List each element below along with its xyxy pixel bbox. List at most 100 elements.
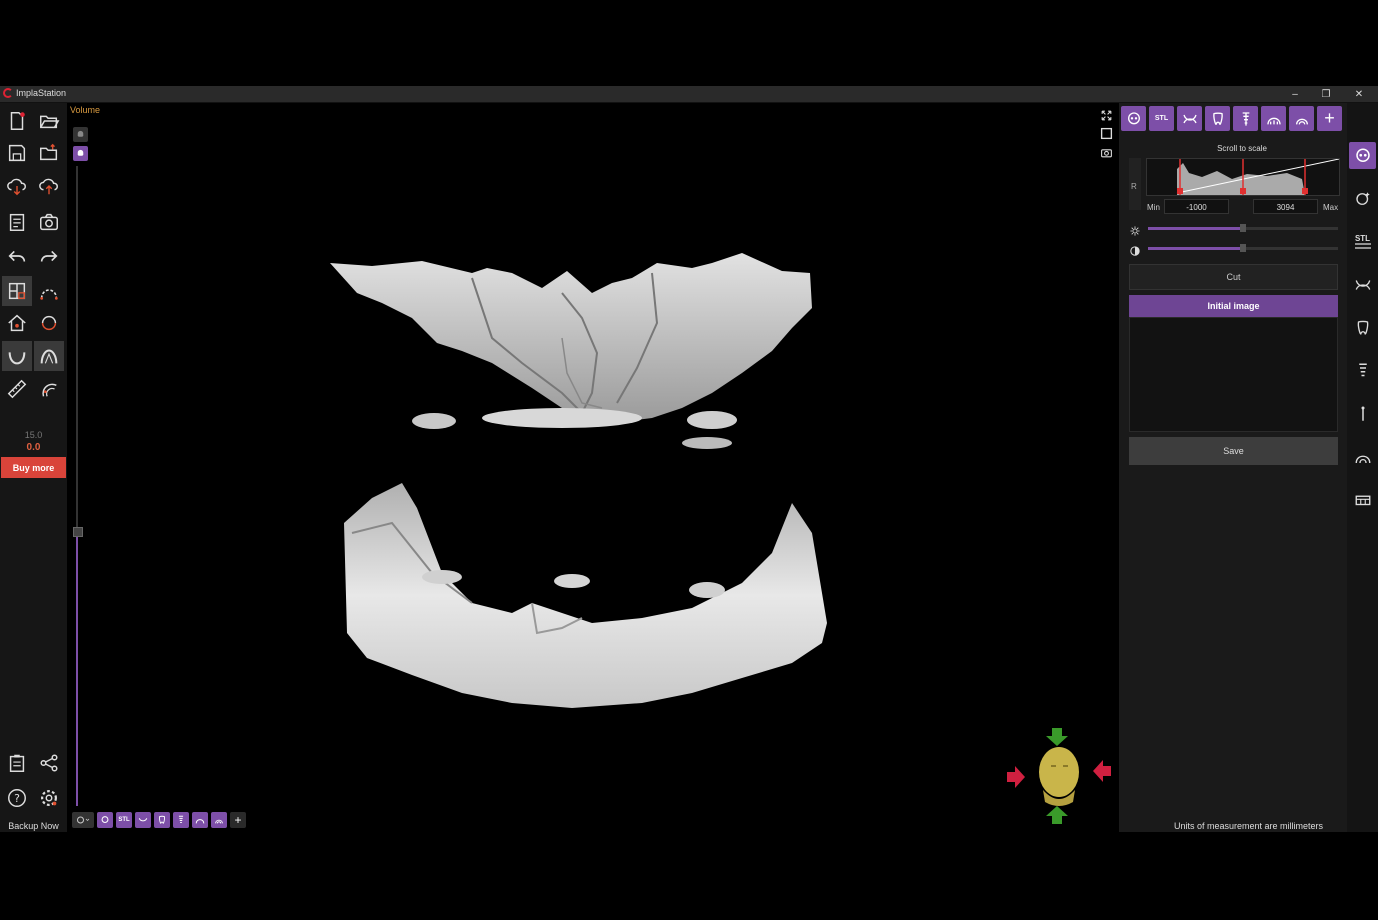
- sidebar-item-implant[interactable]: [1349, 357, 1376, 384]
- sidebar-item-jaw[interactable]: [1349, 271, 1376, 298]
- layout-icon: [8, 282, 26, 300]
- clipboard-button[interactable]: [2, 748, 32, 778]
- camera-icon: [1100, 148, 1112, 157]
- backup-now-label[interactable]: Backup Now: [0, 821, 67, 831]
- min-value-input[interactable]: -1000: [1164, 199, 1229, 214]
- 3d-volume-render: [330, 253, 827, 708]
- gear-icon: [41, 790, 57, 806]
- lower-jaw-icon: [8, 352, 26, 365]
- left-toolbar: 15.0 0.0 Buy more ? Backup Now: [0, 103, 67, 832]
- tooth-icon: [1357, 320, 1368, 335]
- layout-button[interactable]: [2, 276, 32, 306]
- tooth-icon: [1212, 112, 1223, 125]
- restore-button[interactable]: ❐: [1315, 86, 1337, 102]
- cloud-download-icon: [7, 178, 26, 196]
- sidebar-item-stl[interactable]: STL: [1349, 228, 1376, 255]
- viewport-screenshot-button[interactable]: [1098, 144, 1114, 160]
- export-folder-button[interactable]: [34, 138, 64, 168]
- render-mode-dropdown[interactable]: [72, 812, 94, 828]
- jaw-icon: [1182, 114, 1197, 123]
- pin-icon: [1361, 406, 1364, 421]
- app-logo-icon: [3, 88, 13, 98]
- home-view-button[interactable]: [2, 308, 32, 338]
- implant-icon: [1358, 363, 1367, 376]
- sidebar-item-face-scan[interactable]: [1349, 185, 1376, 212]
- sidebar-item-tooth[interactable]: [1349, 314, 1376, 341]
- panorama-icon: [1355, 455, 1370, 463]
- angle-button[interactable]: [34, 374, 64, 404]
- head-orientation-icon: [1007, 728, 1111, 824]
- right-sidebar: STL: [1347, 103, 1378, 832]
- lower-jaw-button[interactable]: [2, 341, 32, 371]
- home-icon: [8, 314, 26, 332]
- sidebar-item-bridge[interactable]: [1349, 486, 1376, 513]
- square-icon: [1100, 127, 1112, 139]
- tab-tooth[interactable]: [1205, 106, 1230, 131]
- tab-panorama[interactable]: [1289, 106, 1314, 131]
- tab-jaw[interactable]: [1177, 106, 1202, 131]
- sidebar-item-skull[interactable]: [1349, 142, 1376, 169]
- save-button[interactable]: Save: [1129, 437, 1338, 465]
- tab-add[interactable]: +: [1317, 106, 1342, 131]
- histogram[interactable]: [1146, 158, 1340, 196]
- sidebar-item-panorama[interactable]: [1349, 443, 1376, 470]
- skull-icon: [77, 130, 84, 137]
- initial-image-item[interactable]: Initial image: [1129, 295, 1338, 317]
- export-folder-icon: [40, 143, 58, 161]
- cloud-upload-button[interactable]: [34, 171, 64, 201]
- value-bottom: 0.0: [26, 442, 41, 453]
- right-panel-tabs: STL +: [1121, 106, 1342, 131]
- single-view-button[interactable]: [1098, 125, 1114, 141]
- tab-skull[interactable]: [1121, 106, 1146, 131]
- upper-jaw-button[interactable]: [34, 341, 64, 371]
- close-button[interactable]: ✕: [1348, 86, 1370, 102]
- skull-icon: [1355, 148, 1370, 162]
- rotate-view-button[interactable]: [34, 308, 64, 338]
- new-project-button[interactable]: [2, 106, 32, 136]
- tab-stl[interactable]: STL: [1149, 106, 1174, 131]
- slice-slider-handle[interactable]: [73, 527, 83, 537]
- tab-stl-label: STL: [1154, 115, 1169, 122]
- settings-button[interactable]: [34, 783, 64, 813]
- svg-text:?: ?: [14, 792, 20, 805]
- cloud-download-button[interactable]: [2, 171, 32, 201]
- redo-button[interactable]: [34, 241, 64, 271]
- cut-button[interactable]: Cut: [1129, 264, 1338, 290]
- open-folder-button[interactable]: [34, 106, 64, 136]
- orientation-widget[interactable]: [1005, 720, 1115, 830]
- rotate-icon: [41, 315, 57, 331]
- ruler-button[interactable]: [2, 374, 32, 404]
- buy-more-button[interactable]: Buy more: [1, 457, 66, 478]
- undo-button[interactable]: [2, 241, 32, 271]
- save-project-button[interactable]: [2, 138, 32, 168]
- face-scan-icon: [1355, 191, 1370, 205]
- help-button[interactable]: ?: [2, 783, 32, 813]
- screenshot-button[interactable]: [34, 207, 64, 237]
- tab-arch[interactable]: [1261, 106, 1286, 131]
- curve-icon: [40, 289, 58, 300]
- 3d-viewport[interactable]: [92, 103, 1117, 832]
- fullscreen-button[interactable]: [1098, 107, 1114, 123]
- open-folder-icon: [40, 115, 60, 129]
- brightness-slider-handle[interactable]: [1240, 224, 1246, 232]
- max-label: Max: [1323, 203, 1339, 212]
- max-value-input[interactable]: 3094: [1253, 199, 1318, 214]
- tab-implant[interactable]: [1233, 106, 1258, 131]
- sidebar-item-pin[interactable]: [1349, 400, 1376, 427]
- stl-lines-icon: [1354, 243, 1371, 249]
- visibility-toggle-skull-gray[interactable]: [73, 127, 88, 142]
- skull-icon: [1127, 111, 1140, 124]
- minimize-button[interactable]: –: [1284, 86, 1306, 102]
- undo-icon: [8, 250, 26, 262]
- image-list[interactable]: [1129, 317, 1338, 432]
- share-button[interactable]: [34, 748, 64, 778]
- redo-icon: [40, 250, 58, 262]
- report-button[interactable]: [2, 207, 32, 237]
- new-file-icon: [10, 112, 25, 130]
- render-mode-icon: [77, 816, 90, 824]
- curve-button[interactable]: [34, 276, 64, 306]
- visibility-toggle-skull-active[interactable]: [73, 146, 88, 161]
- skull-icon: [77, 149, 84, 156]
- units-note: Units of measurement are millimeters: [1173, 821, 1324, 831]
- contrast-slider-handle[interactable]: [1240, 244, 1246, 252]
